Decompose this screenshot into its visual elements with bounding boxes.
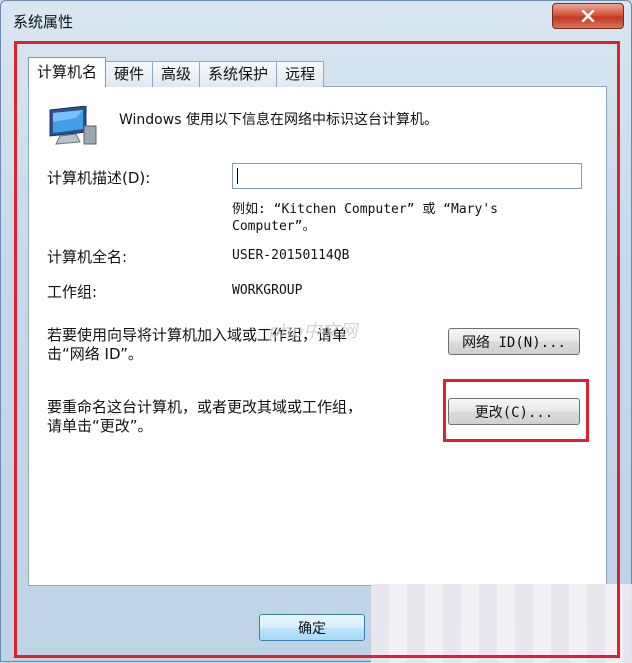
- workgroup-label: 工作组:: [47, 283, 98, 301]
- blurred-region: [371, 584, 632, 663]
- example-line-1: 例如: “Kitchen Computer” 或 “Mary's: [232, 202, 498, 217]
- computer-icon: [49, 106, 97, 145]
- tab-system-protection[interactable]: 系统保护: [199, 61, 278, 87]
- full-name-value: USER-20150114QB: [232, 248, 350, 263]
- network-id-button[interactable]: 网络 ID(N)...: [448, 328, 580, 355]
- description-input[interactable]: [232, 163, 582, 189]
- text-caret: [237, 168, 238, 184]
- intro-text: Windows 使用以下信息在网络中标识这台计算机。: [119, 112, 438, 128]
- window-title: 系统属性: [13, 13, 74, 31]
- full-name-label: 计算机全名:: [47, 248, 128, 266]
- description-label: 计算机描述(D):: [47, 169, 151, 187]
- description-example: 例如: “Kitchen Computer” 或 “Mary's Compute…: [232, 201, 572, 235]
- change-button[interactable]: 更改(C)...: [448, 398, 580, 425]
- rename-line-1: 要重命名这台计算机，或者更改其域或工作组，: [47, 398, 363, 416]
- join-domain-line-2: 击“网络 ID”。: [47, 345, 143, 363]
- tab-computer-name[interactable]: 计算机名: [28, 57, 107, 87]
- close-icon: [581, 10, 595, 22]
- example-line-2: Computer”。: [232, 219, 316, 234]
- workgroup-value: WORKGROUP: [232, 283, 303, 298]
- tab-remote[interactable]: 远程: [276, 61, 325, 87]
- tab-strip: 计算机名 硬件 高级 系统保护 远程: [28, 57, 325, 87]
- title-bar[interactable]: 系统属性: [1, 1, 631, 39]
- tab-advanced[interactable]: 高级: [152, 61, 201, 87]
- close-button[interactable]: [552, 3, 624, 29]
- tab-hardware[interactable]: 硬件: [105, 61, 154, 87]
- rename-line-2: 请单击“更改”。: [47, 417, 153, 435]
- rename-text: 要重命名这台计算机，或者更改其域或工作组， 请单击“更改”。: [47, 398, 362, 436]
- system-properties-window: 系统属性 计算机名 硬件 高级 系统保护 远程 Windows 使用以下信息在网…: [0, 0, 632, 663]
- watermark: php中文网: [269, 321, 358, 342]
- ok-button[interactable]: 确定: [259, 614, 365, 641]
